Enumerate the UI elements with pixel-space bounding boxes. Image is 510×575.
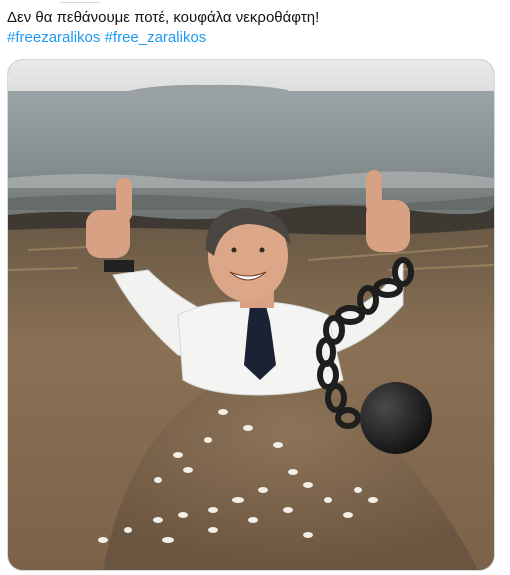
ball-and-chain-icon — [360, 382, 432, 454]
hashtag-row: #freezaralikos #free_zaralikos — [7, 28, 502, 48]
hashtag-free-zaralikos[interactable]: #free_zaralikos — [105, 29, 207, 46]
tweet-photo[interactable] — [7, 59, 495, 571]
tweet-text: Δεν θα πεθάνουμε ποτέ, κουφάλα νεκροθάφτ… — [7, 8, 502, 48]
hashtag-freezaralikos[interactable]: #freezaralikos — [7, 29, 100, 46]
previous-tweet-edge — [60, 0, 100, 3]
tweet-body: Δεν θα πεθάνουμε ποτέ, κουφάλα νεκροθάφτ… — [7, 9, 320, 26]
beach-photo — [8, 60, 494, 570]
